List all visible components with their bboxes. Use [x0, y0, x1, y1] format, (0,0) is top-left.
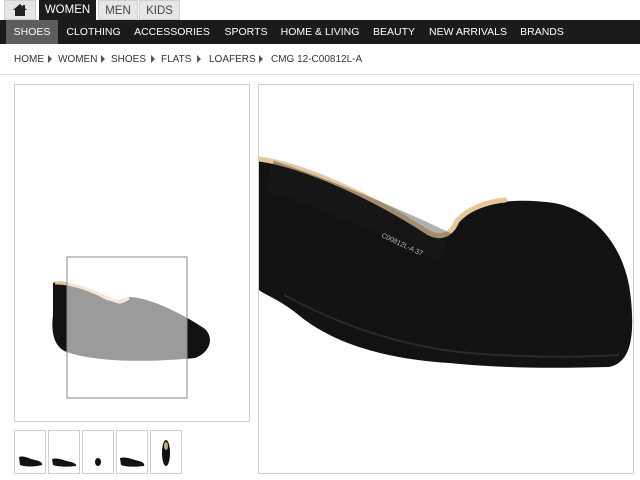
nav-brands[interactable]: BRANDS	[515, 20, 569, 44]
nav-shoes[interactable]: SHOES	[6, 20, 58, 44]
nav-new-arrivals[interactable]: NEW ARRIVALS	[425, 20, 511, 44]
thumbnail-4[interactable]	[116, 430, 148, 474]
home-icon	[13, 4, 27, 16]
tab-kids[interactable]: KIDS	[139, 0, 180, 20]
shoe-front-thumbnail-icon	[95, 458, 101, 466]
nav-sports[interactable]: SPORTS	[218, 20, 274, 44]
product-zoom-view: C00812L-A 37	[256, 84, 634, 474]
product-image-main[interactable]	[14, 84, 250, 422]
category-nav: SHOES CLOTHING ACCESSORIES SPORTS HOME &…	[0, 20, 640, 44]
nav-home-living[interactable]: HOME & LIVING	[278, 20, 362, 44]
divider	[0, 74, 640, 75]
breadcrumb-flats[interactable]: FLATS	[161, 54, 191, 65]
breadcrumb-product-code: CMG 12-C00812L-A	[271, 54, 363, 65]
shoe-top-thumbnail-icon	[162, 440, 170, 466]
breadcrumb-women[interactable]: WOMEN	[58, 54, 97, 65]
shoe-angle-thumbnail-icon	[52, 458, 77, 467]
chevron-right-icon	[48, 55, 52, 63]
zoom-lens	[66, 256, 188, 399]
chevron-right-icon	[151, 55, 155, 63]
chevron-right-icon	[101, 55, 105, 63]
shoe-side-thumbnail-icon	[19, 456, 43, 467]
tab-women[interactable]: WOMEN	[39, 0, 96, 20]
breadcrumb-loafers[interactable]: LOAFERS	[209, 54, 256, 65]
thumbnail-5[interactable]	[150, 430, 182, 474]
zoomed-shoe-image: C00812L-A 37	[256, 156, 633, 368]
breadcrumb-shoes[interactable]: SHOES	[111, 54, 146, 65]
nav-clothing[interactable]: CLOTHING	[61, 20, 126, 44]
gender-bar: WOMEN MEN KIDS	[0, 0, 640, 20]
nav-beauty[interactable]: BEAUTY	[368, 20, 420, 44]
chevron-right-icon	[259, 55, 263, 63]
thumbnail-3[interactable]	[82, 430, 114, 474]
breadcrumb: HOME WOMEN SHOES FLATS LOAFERS CMG 12-C0…	[0, 48, 640, 72]
product-shoe-image	[52, 256, 210, 399]
shoe-side-thumbnail-icon	[120, 457, 145, 467]
home-tab[interactable]	[4, 0, 36, 20]
breadcrumb-home[interactable]: HOME	[14, 54, 44, 65]
chevron-right-icon	[197, 55, 201, 63]
nav-accessories[interactable]: ACCESSORIES	[131, 20, 213, 44]
thumbnail-2[interactable]	[48, 430, 80, 474]
thumbnail-1[interactable]	[14, 430, 46, 474]
tab-men[interactable]: MEN	[98, 0, 138, 20]
